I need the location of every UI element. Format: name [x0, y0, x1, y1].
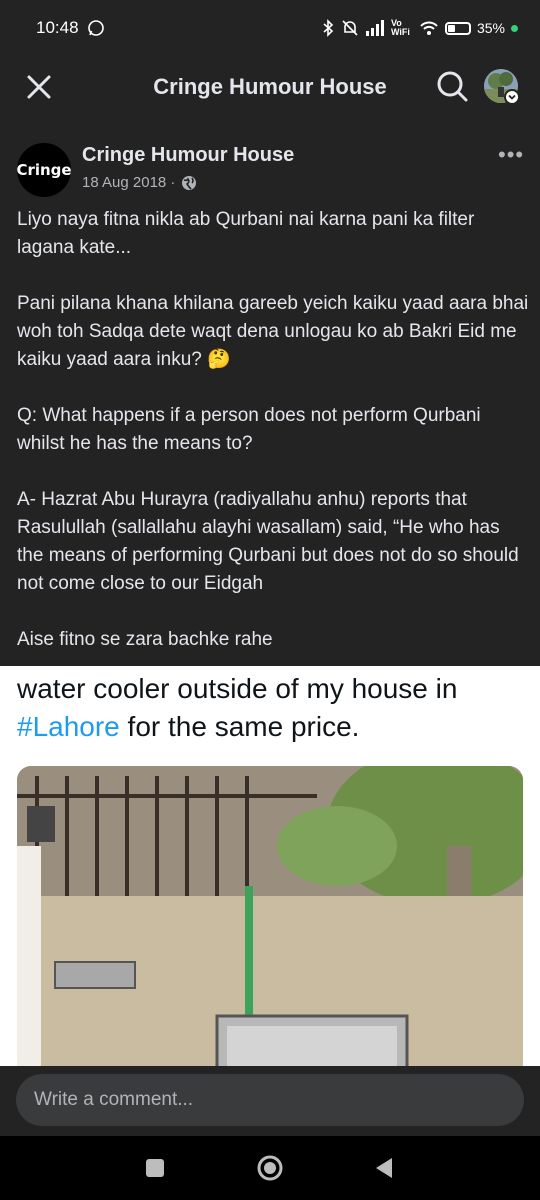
status-bar: 10:48 Vo WiFi 35%	[0, 0, 540, 56]
post-paragraph: A- Hazrat Abu Hurayra (radiyallahu anhu)…	[17, 489, 519, 594]
post-text: Liyo naya fitna nikla ab Qurbani nai kar…	[17, 206, 529, 654]
post-paragraph: Q: What happens if a person does not per…	[17, 405, 481, 454]
post-header: Cringe Cringe Humour House 18 Aug 2018 ·…	[0, 140, 540, 200]
signal-icon	[365, 20, 384, 36]
image-text-after: for the same price.	[119, 711, 360, 742]
post-date[interactable]: 18 Aug 2018 ·	[82, 174, 175, 191]
profile-menu-button[interactable]	[484, 69, 520, 105]
home-icon	[257, 1155, 283, 1181]
search-icon	[437, 71, 468, 102]
wifi-icon	[420, 21, 438, 35]
post-meta: 18 Aug 2018 ·	[82, 174, 197, 191]
privacy-indicator-dot	[511, 24, 518, 32]
recents-button[interactable]	[141, 1154, 169, 1182]
status-left: 10:48	[36, 18, 105, 38]
page-avatar[interactable]: Cringe	[16, 143, 72, 197]
back-icon	[376, 1158, 392, 1178]
more-options-button[interactable]: •••	[498, 142, 524, 168]
recents-icon	[146, 1159, 164, 1177]
system-nav-bar	[0, 1136, 540, 1200]
post-image[interactable]: water cooler outside of my house in #Lah…	[0, 666, 540, 1066]
comment-bar	[0, 1066, 540, 1136]
home-button[interactable]	[256, 1154, 284, 1182]
back-button[interactable]	[370, 1154, 398, 1182]
post-paragraph: Pani pilana khana khilana gareeb yeich k…	[17, 293, 529, 370]
hashtag-link: #Lahore	[17, 711, 120, 742]
post-paragraph: Aise fitno se zara bachke rahe	[17, 629, 273, 650]
bell-muted-icon	[342, 20, 358, 36]
search-button[interactable]	[434, 68, 470, 104]
image-caption-text: water cooler outside of my house in #Lah…	[17, 670, 527, 746]
water-cooler-photo	[17, 766, 523, 1066]
battery-icon	[444, 21, 471, 35]
vowifi-label: Vo WiFi	[390, 18, 410, 37]
chevron-down-icon	[504, 89, 520, 105]
status-time: 10:48	[36, 18, 79, 37]
comment-input[interactable]	[16, 1074, 524, 1126]
page-name-link[interactable]: Cringe Humour House	[82, 144, 294, 167]
post-paragraph: Liyo naya fitna nikla ab Qurbani nai kar…	[17, 209, 475, 258]
bluetooth-icon	[323, 19, 334, 37]
whatsapp-icon	[87, 20, 104, 36]
image-text-before: water cooler outside of my house in	[17, 673, 458, 704]
top-nav: Cringe Humour House	[0, 56, 540, 118]
status-right: Vo WiFi 35%	[321, 19, 518, 37]
globe-icon	[182, 175, 197, 190]
battery-level: 35%	[476, 20, 505, 36]
